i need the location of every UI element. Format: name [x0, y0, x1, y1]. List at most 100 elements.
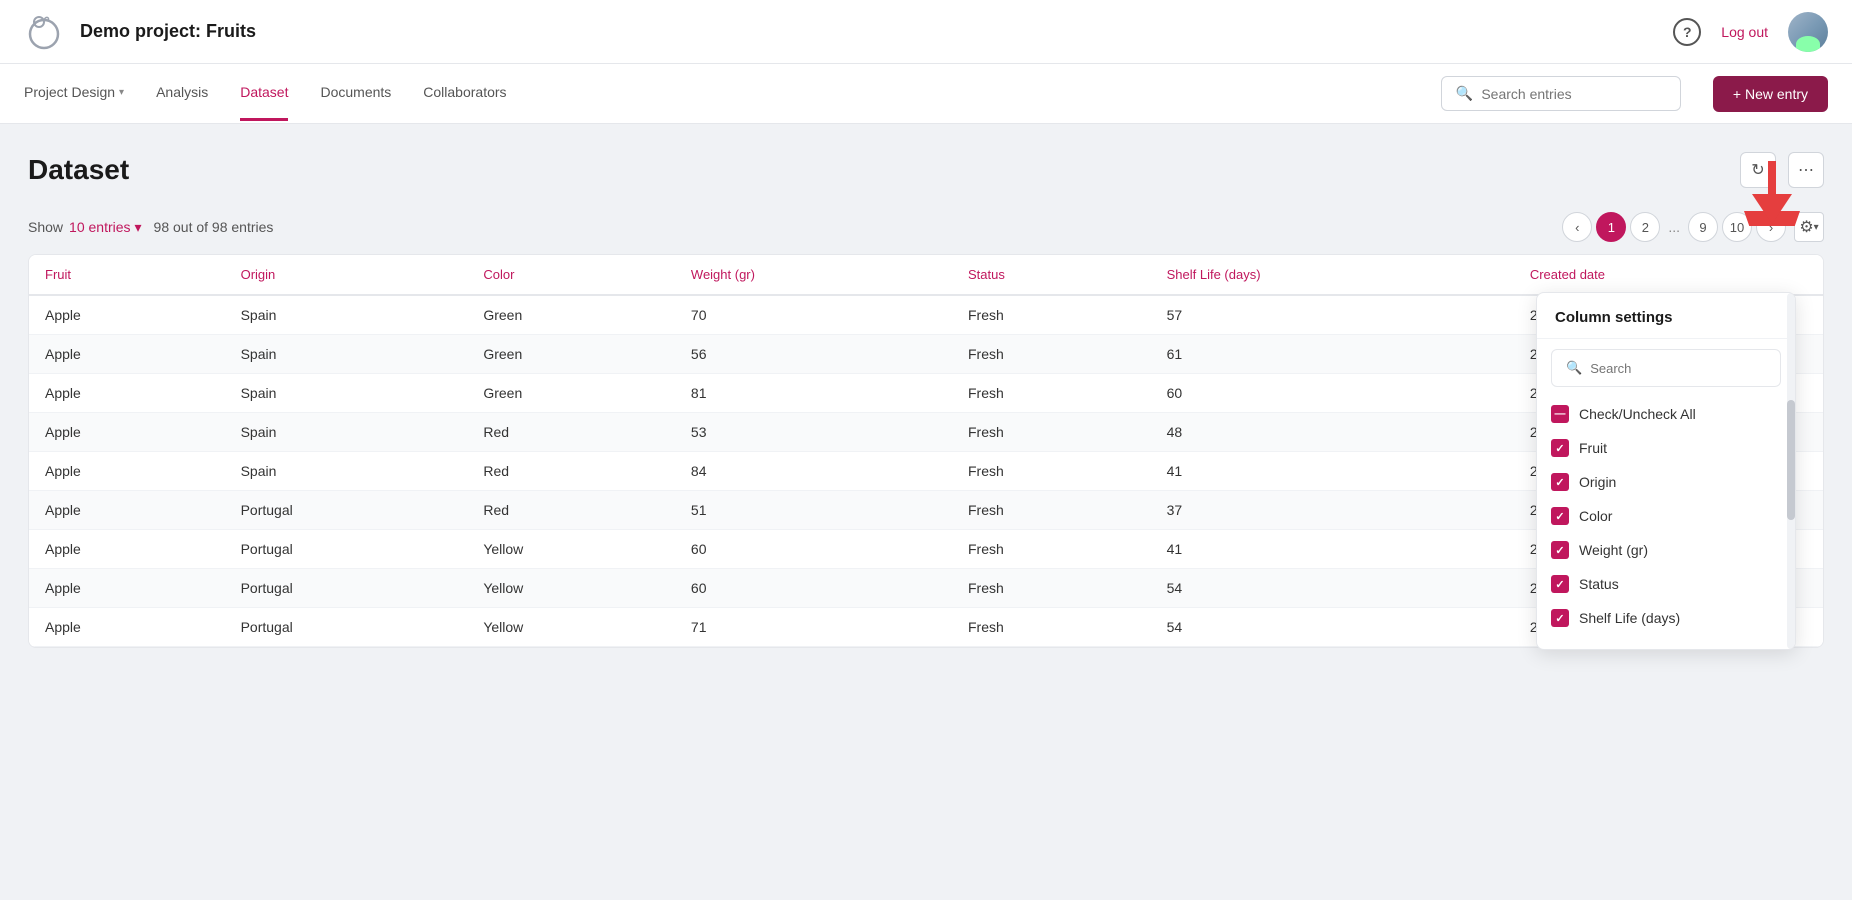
table-controls: Show 10 entries ▾ 98 out of 98 entries ‹… [28, 212, 1824, 242]
table-cell-5-5: 37 [1151, 491, 1514, 530]
nav-item-documents[interactable]: Documents [320, 66, 391, 121]
table-cell-3-3: 53 [675, 413, 952, 452]
scrollbar-track [1787, 293, 1795, 649]
logo-icon [24, 12, 64, 52]
table-cell-1-5: 61 [1151, 335, 1514, 374]
table-cell-4-0: Apple [29, 452, 225, 491]
col-label-weight: Weight (gr) [1579, 542, 1648, 558]
table-cell-0-3: 70 [675, 295, 952, 335]
col-label-shelf-life: Shelf Life (days) [1579, 610, 1680, 626]
table-cell-7-0: Apple [29, 569, 225, 608]
help-icon[interactable]: ? [1673, 18, 1701, 46]
col-header-weight[interactable]: Weight (gr) [675, 255, 952, 295]
column-search-container: 🔍 [1551, 349, 1781, 387]
table-cell-1-1: Spain [225, 335, 468, 374]
search-entries-input[interactable] [1481, 86, 1666, 102]
table-cell-8-1: Portugal [225, 608, 468, 647]
table-cell-4-2: Red [467, 452, 675, 491]
table-cell-6-1: Portugal [225, 530, 468, 569]
page-9-button[interactable]: 9 [1688, 212, 1718, 242]
col-header-fruit[interactable]: Fruit [29, 255, 225, 295]
nav-item-project-design[interactable]: Project Design ▾ [24, 66, 124, 121]
project-title: Demo project: Fruits [80, 21, 1673, 42]
nav-item-analysis[interactable]: Analysis [156, 66, 208, 121]
avatar[interactable] [1788, 12, 1828, 52]
table-cell-7-1: Portugal [225, 569, 468, 608]
new-entry-button[interactable]: + New entry [1713, 76, 1828, 112]
more-options-icon: ⋯ [1798, 160, 1814, 180]
nav-item-dataset[interactable]: Dataset [240, 66, 288, 121]
column-settings-button[interactable]: ⚙ ▾ [1794, 212, 1824, 242]
table-cell-1-0: Apple [29, 335, 225, 374]
table-cell-6-0: Apple [29, 530, 225, 569]
col-checkbox-fruit[interactable] [1551, 439, 1569, 457]
prev-page-button[interactable]: ‹ [1562, 212, 1592, 242]
entries-select[interactable]: 10 entries ▾ [69, 219, 142, 236]
check-uncheck-all-checkbox[interactable] [1551, 405, 1569, 423]
page-dots: ... [1664, 219, 1684, 235]
gear-icon: ⚙ [1799, 217, 1813, 237]
col-checkbox-origin[interactable] [1551, 473, 1569, 491]
col-checkbox-color[interactable] [1551, 507, 1569, 525]
table-cell-7-4: Fresh [952, 569, 1151, 608]
pagination: ‹ 1 2 ... 9 10 › ⚙ ▾ [1562, 212, 1824, 242]
table-cell-2-5: 60 [1151, 374, 1514, 413]
col-item-color[interactable]: Color [1551, 499, 1781, 533]
table-cell-6-5: 41 [1151, 530, 1514, 569]
table-cell-8-4: Fresh [952, 608, 1151, 647]
logout-link[interactable]: Log out [1721, 24, 1768, 40]
table-cell-2-4: Fresh [952, 374, 1151, 413]
col-item-fruit[interactable]: Fruit [1551, 431, 1781, 465]
table-cell-8-0: Apple [29, 608, 225, 647]
page-2-button[interactable]: 2 [1630, 212, 1660, 242]
col-checkbox-weight[interactable] [1551, 541, 1569, 559]
page-1-button[interactable]: 1 [1596, 212, 1626, 242]
table-cell-3-0: Apple [29, 413, 225, 452]
table-header-row: Fruit Origin Color Weight (gr) Status Sh… [29, 255, 1823, 295]
col-label-fruit: Fruit [1579, 440, 1607, 456]
table-cell-6-2: Yellow [467, 530, 675, 569]
nav-item-collaborators[interactable]: Collaborators [423, 66, 506, 121]
gear-chevron-icon: ▾ [1814, 222, 1819, 233]
col-item-origin[interactable]: Origin [1551, 465, 1781, 499]
page-title: Dataset [28, 154, 129, 186]
table-cell-8-2: Yellow [467, 608, 675, 647]
top-nav: Demo project: Fruits ? Log out [0, 0, 1852, 64]
table-cell-5-0: Apple [29, 491, 225, 530]
col-checkbox-status[interactable] [1551, 575, 1569, 593]
table-cell-2-0: Apple [29, 374, 225, 413]
table-cell-4-1: Spain [225, 452, 468, 491]
col-item-status[interactable]: Status [1551, 567, 1781, 601]
refresh-button[interactable]: ↻ [1740, 152, 1776, 188]
table-cell-8-5: 54 [1151, 608, 1514, 647]
col-item-shelf-life[interactable]: Shelf Life (days) [1551, 601, 1781, 635]
scrollbar-thumb[interactable] [1787, 400, 1795, 520]
table-cell-1-2: Green [467, 335, 675, 374]
table-cell-3-5: 48 [1151, 413, 1514, 452]
column-search-input[interactable] [1590, 361, 1766, 376]
table-cell-3-2: Red [467, 413, 675, 452]
col-header-created-date[interactable]: Created date [1514, 255, 1823, 295]
refresh-icon: ↻ [1751, 160, 1764, 180]
col-header-origin[interactable]: Origin [225, 255, 468, 295]
chevron-down-icon: ▾ [119, 87, 124, 98]
dataset-header: Dataset ↻ ⋯ [28, 152, 1824, 188]
table-cell-7-2: Yellow [467, 569, 675, 608]
next-page-button[interactable]: › [1756, 212, 1786, 242]
page-10-button[interactable]: 10 [1722, 212, 1752, 242]
table-cell-0-0: Apple [29, 295, 225, 335]
col-header-shelf-life[interactable]: Shelf Life (days) [1151, 255, 1514, 295]
more-options-button[interactable]: ⋯ [1788, 152, 1824, 188]
check-uncheck-all-label: Check/Uncheck All [1579, 406, 1696, 422]
table-cell-2-1: Spain [225, 374, 468, 413]
col-header-color[interactable]: Color [467, 255, 675, 295]
col-header-status[interactable]: Status [952, 255, 1151, 295]
check-uncheck-all-item[interactable]: Check/Uncheck All [1551, 397, 1781, 431]
col-checkbox-shelf-life[interactable] [1551, 609, 1569, 627]
table-cell-6-3: 60 [675, 530, 952, 569]
col-label-color: Color [1579, 508, 1612, 524]
chevron-down-icon: ▾ [135, 219, 142, 236]
table-cell-7-5: 54 [1151, 569, 1514, 608]
col-item-weight[interactable]: Weight (gr) [1551, 533, 1781, 567]
table-cell-3-4: Fresh [952, 413, 1151, 452]
